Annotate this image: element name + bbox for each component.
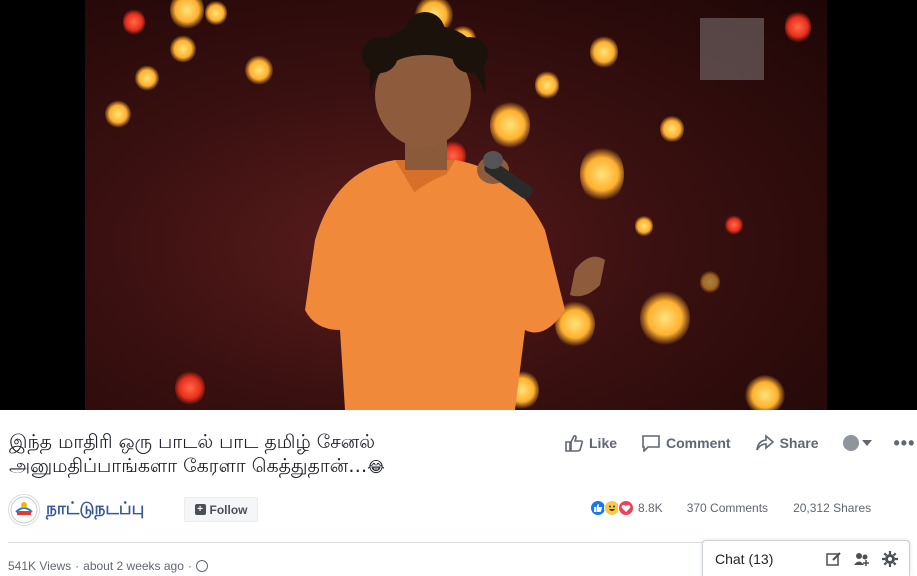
chat-sidebar-tab[interactable]: Chat (13) [702,540,910,576]
like-button[interactable]: Like [564,434,617,452]
share-button[interactable]: Share [755,434,819,452]
gear-icon[interactable] [881,550,899,568]
globe-icon [195,560,208,572]
create-group-icon[interactable] [853,550,871,568]
bokeh-light [725,215,743,235]
page-name-link[interactable]: நாட்டுநடப்பு [46,499,144,521]
love-reaction-icon [618,500,634,516]
bokeh-light [785,10,811,44]
page-logo[interactable] [8,494,40,526]
reaction-icons[interactable] [590,500,634,516]
share-icon [755,434,774,451]
bokeh-light [745,375,785,410]
comment-button[interactable]: Comment [641,434,731,452]
bokeh-light [123,8,145,36]
bokeh-light [175,370,205,406]
plus-icon: + [194,504,206,515]
laughing-emoji-icon: 😂 [367,458,385,476]
bokeh-light [170,35,196,63]
like-label: Like [589,435,618,451]
bokeh-light [640,290,690,346]
follow-button[interactable]: + Follow [184,497,258,522]
reaction-count[interactable]: 8.8K [638,501,663,515]
comment-label: Comment [666,435,731,451]
bokeh-light [135,65,159,91]
video-player[interactable] [0,0,917,410]
page-logo-image [10,496,38,524]
compose-icon[interactable] [825,550,843,568]
video-frame[interactable] [85,0,827,410]
post-meta: 541K Views · about 2 weeks ago · [8,559,208,573]
bokeh-light [635,215,653,237]
post-title-line1: இந்த மாதிரி ஒரு பாடல் பாட தமிழ் சேனல் [9,431,375,453]
engagement-stats: 8.8K 370 Comments 20,312 Shares [590,498,871,518]
more-options-button[interactable]: ••• [894,433,916,454]
bokeh-light [105,100,131,128]
share-as-selector[interactable] [842,435,872,451]
chevron-down-icon [861,440,872,446]
bokeh-light [700,270,720,294]
chat-label[interactable]: Chat (13) [715,551,815,567]
meta-separator: · [187,559,192,573]
bokeh-light [205,0,227,26]
bokeh-light [170,0,204,30]
view-count: 541K Views [8,559,72,573]
post-actions: Like Comment Share ••• [564,432,915,454]
follow-label: Follow [209,502,248,517]
watermark-logo [700,18,764,80]
share-count[interactable]: 20,312 Shares [793,501,871,515]
page-identity: நாட்டுநடப்பு [8,494,144,526]
singer-figure [305,12,605,410]
post-timestamp[interactable]: about 2 weeks ago [83,559,184,573]
post-title: இந்த மாதிரி ஒரு பாடல் பாட தமிழ் சேனல் அன… [9,430,549,479]
post-title-line2: அனுமதிப்பாங்களா கேரளா கெத்துதான்… [9,455,368,477]
comment-icon [642,435,660,452]
meta-separator: · [75,559,80,573]
avatar [842,435,859,451]
share-label: Share [779,435,819,451]
bokeh-light [660,115,684,143]
comment-count[interactable]: 370 Comments [687,501,768,515]
thumbs-up-icon [565,434,584,452]
